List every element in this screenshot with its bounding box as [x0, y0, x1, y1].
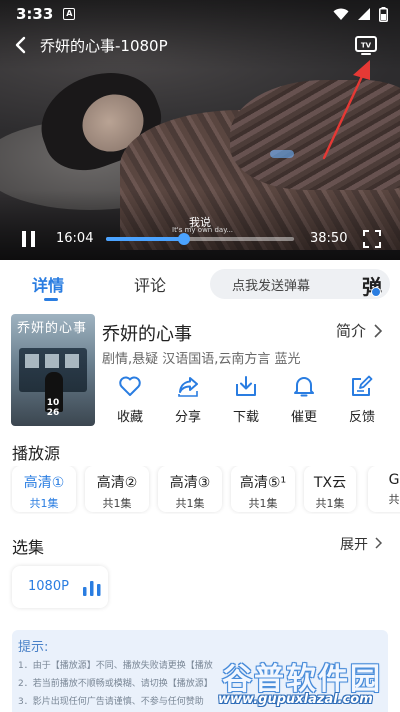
- total-time: 38:50: [310, 231, 348, 246]
- tv-cast-button[interactable]: TV: [354, 34, 378, 56]
- remind-update-button[interactable]: 催更: [278, 374, 330, 425]
- source-count: 共1集: [248, 497, 278, 510]
- share-label: 分享: [174, 410, 201, 425]
- status-time: 3:33: [16, 5, 54, 23]
- signal-icon: [358, 8, 370, 20]
- source-item[interactable]: G 共: [368, 466, 400, 512]
- watermark-url: www.gupuxlazal.com: [218, 692, 373, 707]
- share-icon: [178, 377, 198, 397]
- player-top-bar: 乔妍的心事-1080P TV: [0, 32, 400, 58]
- source-item[interactable]: 高清⑤¹ 共1集: [231, 466, 295, 512]
- download-button[interactable]: 下载: [220, 374, 272, 425]
- video-title: 乔妍的心事-1080P: [40, 36, 168, 55]
- tab-detail[interactable]: 详情: [32, 272, 64, 296]
- source-list: 高清① 共1集 高清② 共1集 高清③ 共1集 高清⑤¹ 共1集 TX云 共1集…: [10, 466, 400, 514]
- feedback-button[interactable]: 反馈: [336, 374, 388, 425]
- svg-text:TV: TV: [361, 42, 372, 50]
- source-name: 高清①: [23, 475, 65, 491]
- action-bar: 收藏 分享 下载 催更 反馈: [96, 374, 400, 428]
- source-name: 高清③: [169, 475, 211, 491]
- subtitle-line-2: It's my own day...: [172, 226, 234, 234]
- source-item[interactable]: 高清③ 共1集: [158, 466, 222, 512]
- feedback-label: 反馈: [348, 410, 375, 425]
- player-controls: 16:04 It's my own day... 38:50: [0, 226, 400, 252]
- episodes-title: 选集: [12, 538, 45, 557]
- episode-item[interactable]: 1080P: [12, 566, 108, 608]
- source-name: TX云: [313, 475, 347, 491]
- tip-line: 1．由于【播放源】不同、播放失败请更换【播放: [18, 661, 213, 671]
- show-title: 乔妍的心事: [102, 324, 192, 345]
- chevron-right-icon: [374, 324, 383, 338]
- favorite-button[interactable]: 收藏: [104, 374, 156, 425]
- source-item[interactable]: 高清② 共1集: [85, 466, 149, 512]
- source-name: 高清⑤¹: [239, 475, 287, 491]
- source-name: 高清②: [96, 475, 138, 491]
- danmaku-placeholder: 点我发送弹幕: [232, 278, 311, 294]
- expand-link[interactable]: 展开: [340, 534, 368, 554]
- tab-comment[interactable]: 评论: [134, 272, 166, 296]
- seek-thumb[interactable]: [177, 233, 190, 245]
- seek-progress: [106, 237, 184, 241]
- bell-icon: [294, 377, 314, 397]
- chevron-right-icon: [375, 537, 383, 549]
- danmaku-status-dot: [371, 287, 381, 297]
- source-count: 共1集: [175, 497, 205, 510]
- remind-update-label: 催更: [290, 410, 317, 425]
- annotation-arrow: [322, 60, 370, 160]
- poster-image: 乔妍的心事 10 26: [11, 314, 95, 426]
- source-count: 共1集: [29, 497, 59, 510]
- wifi-icon: [333, 8, 349, 20]
- feedback-icon: [352, 375, 373, 396]
- fullscreen-button[interactable]: [362, 229, 382, 249]
- show-meta: 剧情,悬疑 汉语国语,云南方言 蓝光: [102, 352, 301, 367]
- battery-icon: [379, 6, 388, 22]
- playing-bars-icon: [83, 581, 101, 596]
- tv-cast-icon: TV: [355, 36, 377, 55]
- current-time: 16:04: [56, 231, 94, 246]
- back-button[interactable]: [0, 32, 40, 58]
- tip-line: 3．影片出现任何广告请谨慎、不参与任何赞助: [18, 697, 204, 707]
- source-count: 共1集: [102, 497, 132, 510]
- heart-icon: [119, 376, 141, 396]
- pause-button[interactable]: [20, 230, 38, 248]
- pause-icon: [22, 231, 35, 247]
- fullscreen-icon: [363, 230, 381, 248]
- source-count: 共: [388, 493, 400, 506]
- source-item[interactable]: 高清① 共1集: [12, 466, 76, 512]
- download-icon: [236, 376, 256, 396]
- share-button[interactable]: 分享: [162, 374, 214, 425]
- tip-line: 2．若当前播放不顺畅或模糊、请切换【播放源】: [18, 679, 213, 689]
- status-bar: 3:33 A: [0, 0, 400, 28]
- detail-tabs: 详情 评论 点我发送弹幕 弹: [0, 262, 400, 306]
- episode-label: 1080P: [28, 579, 69, 594]
- sources-title: 播放源: [12, 444, 61, 463]
- poster-title: 乔妍的心事: [17, 321, 88, 336]
- watermark: 谷普软件园 www.gupuxlazal.com: [218, 654, 400, 712]
- download-label: 下载: [232, 410, 259, 425]
- seek-bar[interactable]: It's my own day...: [106, 226, 294, 245]
- video-player[interactable]: 3:33 A 乔妍的心事-1080P TV 我说 16:04 It's my o…: [0, 0, 400, 260]
- source-count: 共1集: [315, 497, 345, 510]
- back-arrow-icon: [15, 36, 26, 54]
- tips-title: 提示:: [18, 640, 49, 655]
- tab-indicator: [44, 298, 58, 301]
- favorite-label: 收藏: [116, 410, 143, 425]
- danmaku-input[interactable]: 点我发送弹幕 弹: [210, 269, 390, 299]
- app-screen: 3:33 A 乔妍的心事-1080P TV 我说 16:04 It's my o…: [0, 0, 400, 712]
- intro-link[interactable]: 简介: [336, 320, 366, 341]
- poster-date: 10 26: [46, 398, 60, 418]
- source-item[interactable]: TX云 共1集: [304, 466, 356, 512]
- notification-icon: A: [63, 8, 76, 20]
- source-name: G: [388, 472, 400, 488]
